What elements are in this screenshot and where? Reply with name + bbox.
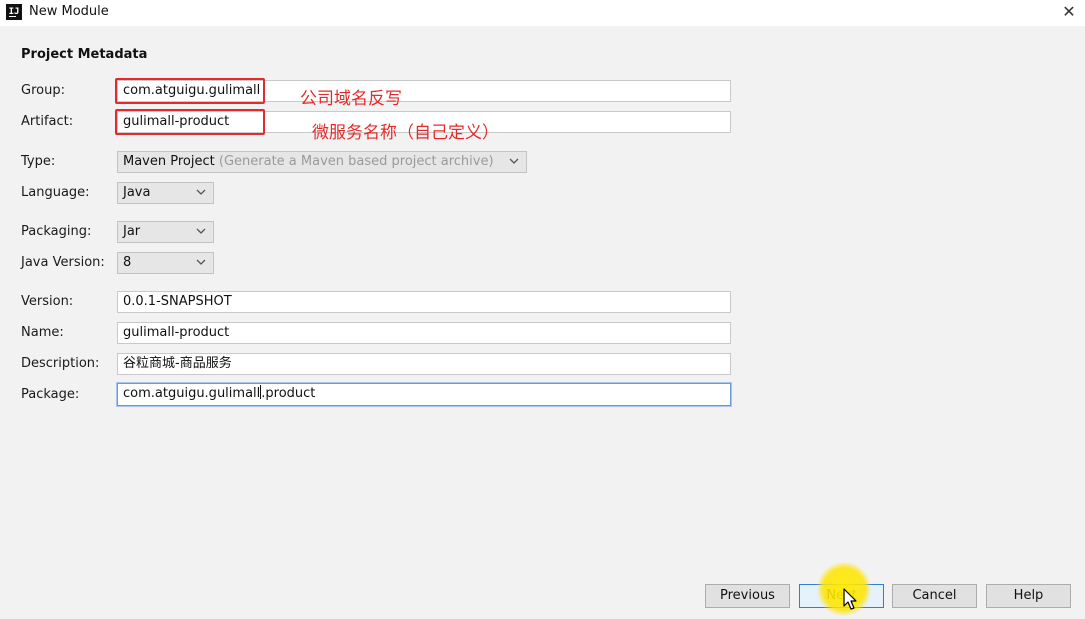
previous-button[interactable]: Previous [705,584,790,608]
group-label: Group: [21,83,65,98]
type-hint: (Generate a Maven based project archive) [218,154,494,169]
type-label: Type: [21,154,56,169]
type-value: Maven Project [123,154,215,169]
group-highlight-box [115,78,265,104]
package-value-start: com.atguigu.gulimall [123,386,261,401]
intellij-logo-icon: IJ [6,4,22,20]
language-label: Language: [21,185,90,200]
description-input[interactable]: 谷粒商城-商品服务 [117,353,731,375]
artifact-annotation: 微服务名称（自己定义） [312,123,499,143]
package-label: Package: [21,387,80,402]
section-title: Project Metadata [21,47,148,62]
next-button[interactable]: Next [799,584,884,608]
packaging-value: Jar [123,224,141,239]
chevron-down-icon [196,222,208,242]
chevron-down-icon [196,253,208,273]
version-input[interactable]: 0.0.1-SNAPSHOT [117,291,731,313]
type-select[interactable]: Maven Project (Generate a Maven based pr… [117,151,527,173]
java-version-select[interactable]: 8 [117,252,214,274]
name-input[interactable]: gulimall-product [117,322,731,344]
artifact-highlight-box [115,109,265,135]
language-select[interactable]: Java [117,182,214,204]
artifact-label: Artifact: [21,114,74,129]
window-title: New Module [29,4,109,19]
cancel-button[interactable]: Cancel [892,584,977,608]
chevron-down-icon [509,152,521,172]
packaging-label: Packaging: [21,224,92,239]
version-label: Version: [21,294,74,309]
java-version-value: 8 [123,255,132,270]
package-input[interactable]: com.atguigu.gulimall.product [117,383,731,406]
description-label: Description: [21,356,100,371]
packaging-select[interactable]: Jar [117,221,214,243]
title-bar: IJ New Module ✕ [0,0,1085,26]
close-icon[interactable]: ✕ [1056,0,1082,24]
help-button[interactable]: Help [986,584,1071,608]
language-value: Java [123,185,151,200]
name-label: Name: [21,325,64,340]
java-version-label: Java Version: [21,255,105,270]
package-value-end: .product [261,386,316,401]
group-annotation: 公司域名反写 [300,89,402,109]
chevron-down-icon [196,183,208,203]
